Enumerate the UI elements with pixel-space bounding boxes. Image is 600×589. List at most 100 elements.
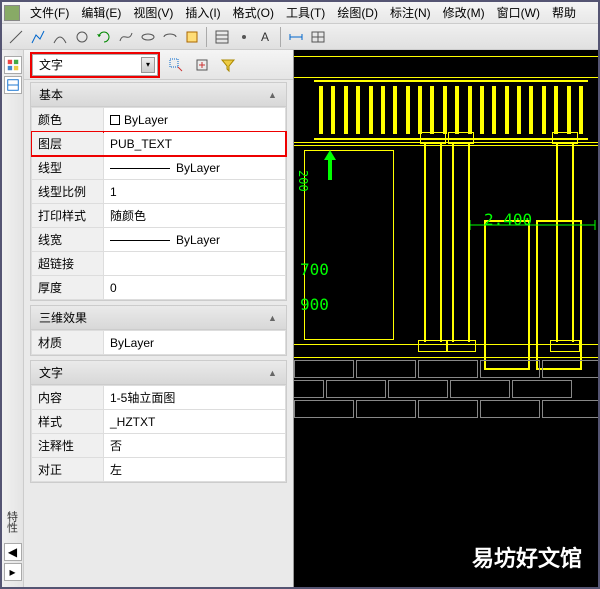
menu-help[interactable]: 帮助	[546, 2, 582, 23]
property-value[interactable]: ByLayer	[104, 108, 286, 132]
dimension-text: 200	[296, 170, 310, 192]
palette-icon-2[interactable]	[4, 76, 22, 94]
property-value[interactable]: 0	[104, 276, 286, 300]
tool-circle-icon[interactable]	[72, 27, 92, 47]
property-row[interactable]: 对正左	[32, 458, 286, 482]
group-text: 文字▲ 内容1-5轴立面图样式_HZTXT注释性否对正左	[30, 360, 287, 483]
property-row[interactable]: 材质ByLayer	[32, 331, 286, 355]
tool-table-icon[interactable]	[308, 27, 328, 47]
dimension-line	[470, 200, 598, 230]
autohide-icon[interactable]: ▸	[4, 563, 22, 581]
tool-hatch-icon[interactable]	[212, 27, 232, 47]
property-row[interactable]: 图层PUB_TEXT	[32, 132, 286, 156]
group-text-header[interactable]: 文字▲	[31, 361, 286, 385]
property-label: 注释性	[32, 434, 104, 458]
dimension-text: 900	[300, 295, 329, 314]
property-row[interactable]: 样式_HZTXT	[32, 410, 286, 434]
tool-line-icon[interactable]	[6, 27, 26, 47]
tool-ellipsearc-icon[interactable]	[160, 27, 180, 47]
filter-icon[interactable]	[218, 55, 238, 75]
menu-view[interactable]: 视图(V)	[127, 2, 179, 23]
object-type-dropdown[interactable]: 文字 ▾	[32, 54, 158, 76]
tool-dim-icon[interactable]	[286, 27, 306, 47]
property-label: 内容	[32, 386, 104, 410]
tool-arc-icon[interactable]	[50, 27, 70, 47]
properties-tab-label[interactable]: 特性	[4, 511, 20, 533]
brick-hatch	[294, 360, 598, 420]
tool-pline-icon[interactable]	[28, 27, 48, 47]
tool-rotate-icon[interactable]	[94, 27, 114, 47]
group-threed: 三维效果▲ 材质ByLayer	[30, 305, 287, 356]
property-row[interactable]: 线型ByLayer	[32, 156, 286, 180]
tool-block-icon[interactable]	[182, 27, 202, 47]
property-row[interactable]: 内容1-5轴立面图	[32, 386, 286, 410]
property-label: 对正	[32, 458, 104, 482]
tool-point-icon[interactable]	[234, 27, 254, 47]
property-value[interactable]: 否	[104, 434, 286, 458]
property-row[interactable]: 线宽ByLayer	[32, 228, 286, 252]
railing	[314, 80, 588, 140]
menu-dimension[interactable]: 标注(N)	[384, 2, 437, 23]
left-dock: 特性 ◀ ▸	[2, 50, 24, 587]
menu-bar: 文件(F) 编辑(E) 视图(V) 插入(I) 格式(O) 工具(T) 绘图(D…	[2, 2, 598, 24]
property-value[interactable]: ByLayer	[104, 228, 286, 252]
color-swatch-icon	[110, 115, 120, 125]
property-value[interactable]: 随颜色	[104, 204, 286, 228]
group-basic-header[interactable]: 基本▲	[31, 83, 286, 107]
column	[424, 142, 442, 342]
svg-text:A: A	[261, 30, 269, 44]
property-label: 打印样式	[32, 204, 104, 228]
property-label: 材质	[32, 331, 104, 355]
chevron-down-icon[interactable]: ▾	[141, 57, 155, 73]
collapse-arrow-icon: ▲	[268, 90, 278, 100]
property-row[interactable]: 注释性否	[32, 434, 286, 458]
tool-spline-icon[interactable]	[116, 27, 136, 47]
menu-format[interactable]: 格式(O)	[227, 2, 280, 23]
group-basic: 基本▲ 颜色ByLayer图层PUB_TEXT线型ByLayer线型比例1打印样…	[30, 82, 287, 301]
property-label: 线型	[32, 156, 104, 180]
column	[452, 142, 470, 342]
palette-icon-1[interactable]	[4, 56, 22, 74]
properties-panel: 文字 ▾ 基本▲ 颜色ByLayer图层PUB_TEXT线型ByLayer线型比…	[24, 50, 294, 587]
collapse-icon[interactable]: ◀	[4, 543, 22, 561]
collapse-arrow-icon: ▲	[268, 368, 278, 378]
collapse-arrow-icon: ▲	[268, 313, 278, 323]
property-value[interactable]	[104, 252, 286, 276]
tool-text-icon[interactable]: A	[256, 27, 276, 47]
property-value[interactable]: ByLayer	[104, 156, 286, 180]
drawing-canvas[interactable]: 2.400 700 900 200 易坊好文馆	[294, 50, 598, 587]
menu-modify[interactable]: 修改(M)	[437, 2, 491, 23]
linetype-sample-icon	[110, 168, 170, 169]
property-value[interactable]: ByLayer	[104, 331, 286, 355]
menu-insert[interactable]: 插入(I)	[179, 2, 226, 23]
property-label: 线宽	[32, 228, 104, 252]
property-row[interactable]: 超链接	[32, 252, 286, 276]
app-icon	[4, 5, 20, 21]
tool-ellipse-icon[interactable]	[138, 27, 158, 47]
toolbar-secondary: A	[2, 24, 598, 50]
arrow-icon	[324, 150, 344, 210]
linetype-sample-icon	[110, 240, 170, 241]
property-value[interactable]: PUB_TEXT	[104, 132, 286, 156]
property-label: 颜色	[32, 108, 104, 132]
menu-file[interactable]: 文件(F)	[24, 2, 75, 23]
property-row[interactable]: 线型比例1	[32, 180, 286, 204]
menu-edit[interactable]: 编辑(E)	[75, 2, 127, 23]
group-threed-header[interactable]: 三维效果▲	[31, 306, 286, 330]
property-row[interactable]: 打印样式随颜色	[32, 204, 286, 228]
pickadd-icon[interactable]	[192, 55, 212, 75]
quickselect-icon[interactable]	[166, 55, 186, 75]
property-label: 样式	[32, 410, 104, 434]
property-label: 线型比例	[32, 180, 104, 204]
menu-window[interactable]: 窗口(W)	[491, 2, 546, 23]
property-value[interactable]: _HZTXT	[104, 410, 286, 434]
property-value[interactable]: 1-5轴立面图	[104, 386, 286, 410]
property-value[interactable]: 左	[104, 458, 286, 482]
menu-draw[interactable]: 绘图(D)	[331, 2, 384, 23]
property-value[interactable]: 1	[104, 180, 286, 204]
menu-tools[interactable]: 工具(T)	[280, 2, 331, 23]
property-row[interactable]: 厚度0	[32, 276, 286, 300]
property-row[interactable]: 颜色ByLayer	[32, 108, 286, 132]
property-label: 厚度	[32, 276, 104, 300]
object-type-value: 文字	[39, 56, 63, 73]
